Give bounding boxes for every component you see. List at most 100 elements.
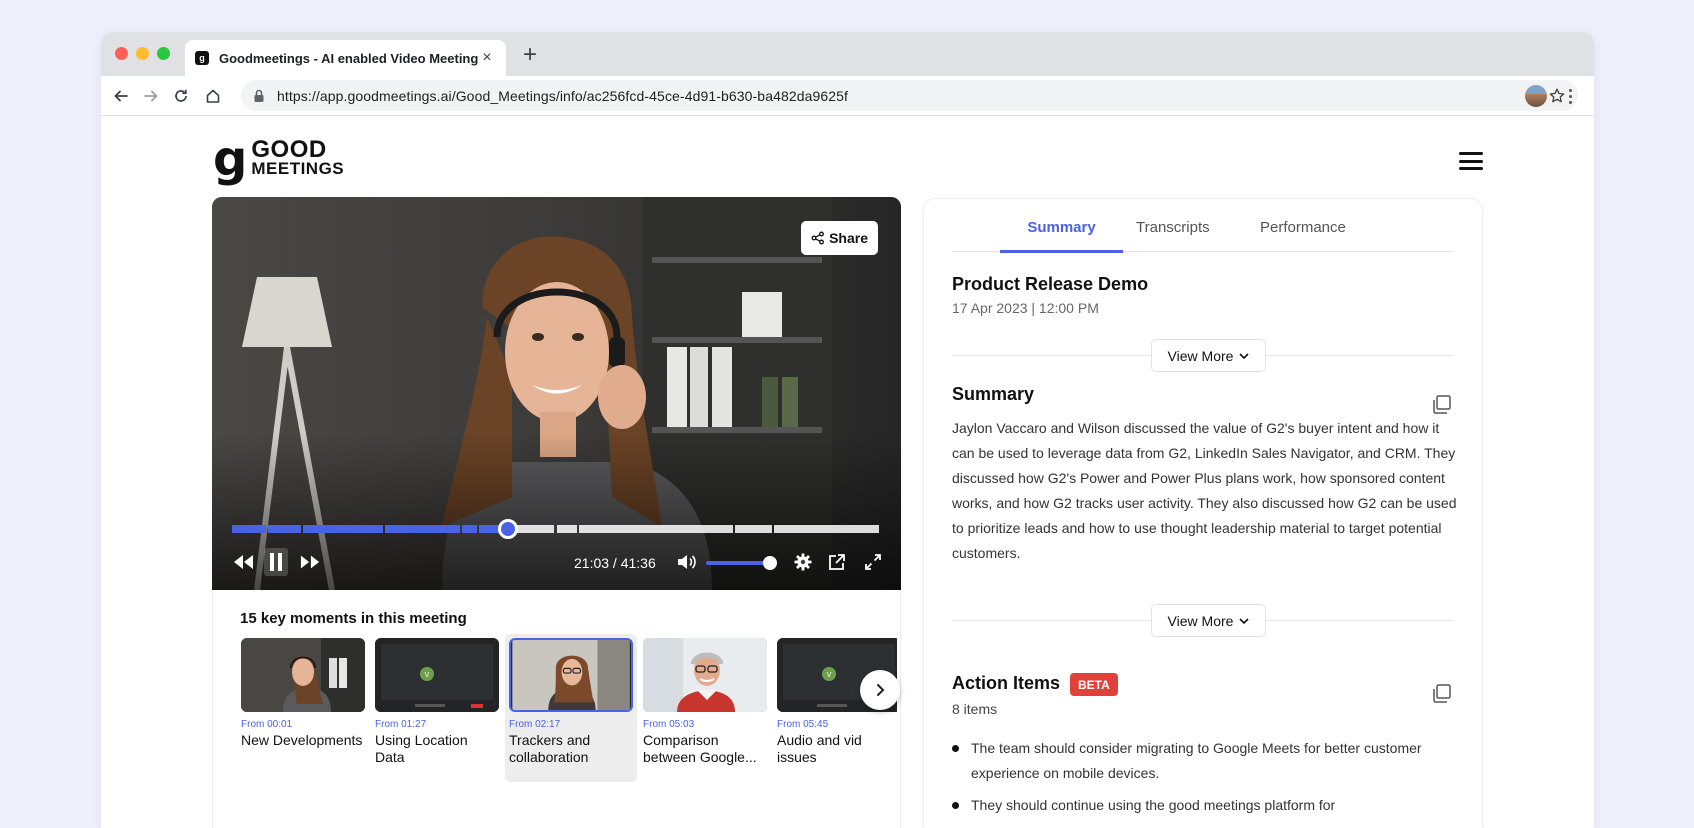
new-tab-button[interactable]: + xyxy=(517,41,543,69)
carousel-next-button[interactable] xyxy=(860,670,900,710)
chevron-down-icon xyxy=(1239,617,1250,624)
reload-icon[interactable] xyxy=(169,84,193,108)
view-more-label: View More xyxy=(1167,347,1234,364)
meeting-title: Product Release Demo xyxy=(952,274,1149,294)
tab-performance[interactable]: Performance xyxy=(1260,219,1346,250)
tab-close-icon[interactable]: × xyxy=(478,49,496,67)
progress-segment[interactable] xyxy=(267,525,302,533)
tab-summary[interactable]: Summary xyxy=(1000,219,1123,253)
favicon-icon: g xyxy=(195,51,209,65)
tab-transcripts[interactable]: Transcripts xyxy=(1136,219,1210,250)
moment-thumbnail: V xyxy=(375,638,499,712)
moment-card[interactable]: From 05:03 Comparison between Google... xyxy=(639,634,771,782)
moment-timestamp: From 05:03 xyxy=(643,719,695,730)
progress-thumb[interactable] xyxy=(497,519,518,539)
moment-thumbnail xyxy=(509,638,633,712)
action-items-heading: Action Items xyxy=(952,673,1061,693)
popout-icon[interactable] xyxy=(826,551,848,573)
logo-wordmark: GOOD MEETINGS xyxy=(251,136,344,179)
moment-label: New Developments xyxy=(241,732,363,748)
moment-timestamp: From 01:27 xyxy=(375,719,427,730)
progress-segment[interactable] xyxy=(384,525,461,533)
tab-strip: g Goodmeetings - AI enabled Video Meetin… xyxy=(101,32,1594,76)
minimize-window-button[interactable] xyxy=(136,47,149,60)
progress-segment[interactable] xyxy=(773,525,879,533)
moment-card[interactable]: V From 01:27 Using Location Data xyxy=(371,634,503,782)
summary-text: Jaylon Vaccaro and Wilson discussed the … xyxy=(952,420,1457,561)
goodmeetings-logo[interactable]: g GOOD MEETINGS xyxy=(213,131,344,187)
share-button[interactable]: Share xyxy=(801,221,878,255)
logo-mark: g xyxy=(213,131,248,187)
action-items-list: The team should consider migrating to Go… xyxy=(952,736,1432,825)
moment-timestamp: From 00:01 xyxy=(241,719,293,730)
volume-slider[interactable] xyxy=(706,561,770,565)
progress-bar[interactable] xyxy=(232,519,881,539)
tab-title: Goodmeetings - AI enabled Video Meetings xyxy=(219,50,478,66)
moment-card[interactable]: From 00:01 New Developments xyxy=(237,634,369,782)
logo-line-1: GOOD xyxy=(251,136,327,163)
fullscreen-icon[interactable] xyxy=(862,551,884,573)
view-more-button[interactable]: View More xyxy=(1151,604,1266,637)
lock-icon xyxy=(254,89,264,102)
progress-segment[interactable] xyxy=(232,525,266,533)
moment-label: Comparison between Google... xyxy=(643,732,757,765)
progress-segment[interactable] xyxy=(556,525,578,533)
settings-gear-icon[interactable] xyxy=(792,551,814,573)
moment-timestamp: From 05:45 xyxy=(777,719,829,730)
progress-segment[interactable] xyxy=(303,525,383,533)
key-moments: 15 key moments in this meeting From 00:0… xyxy=(212,590,901,828)
panel-tabs: Summary Transcripts Performance xyxy=(952,199,1454,253)
moment-label: Trackers and collaboration xyxy=(509,732,591,765)
url-text: https://app.goodmeetings.ai/Good_Meeting… xyxy=(277,87,849,104)
share-label: Share xyxy=(829,230,868,246)
moment-thumbnail xyxy=(643,638,767,712)
volume-icon[interactable] xyxy=(676,551,698,573)
moment-thumbnail xyxy=(241,638,365,712)
action-item: They should continue using the good meet… xyxy=(952,793,1432,818)
copy-summary-icon[interactable] xyxy=(1431,393,1453,415)
svg-text:V: V xyxy=(827,672,832,679)
action-items-count: 8 items xyxy=(952,701,998,717)
close-window-button[interactable] xyxy=(115,47,128,60)
view-more-label: View More xyxy=(1167,612,1234,629)
playback-time: 21:03 / 41:36 xyxy=(574,555,656,571)
volume-thumb[interactable] xyxy=(763,556,777,570)
meeting-date: 17 Apr 2023 | 12:00 PM xyxy=(952,300,1099,316)
chevron-down-icon xyxy=(1239,352,1250,359)
browser-tab[interactable]: g Goodmeetings - AI enabled Video Meetin… xyxy=(185,40,506,76)
forward-icon[interactable] xyxy=(139,84,163,108)
progress-segment[interactable] xyxy=(462,525,477,533)
window-controls xyxy=(115,47,170,60)
moment-card-active[interactable]: From 02:17 Trackers and collaboration xyxy=(505,634,637,782)
moment-carousel: From 00:01 New Developments V From 01:27… xyxy=(237,634,897,784)
maximize-window-button[interactable] xyxy=(157,47,170,60)
view-more-button[interactable]: View More xyxy=(1151,339,1266,372)
address-bar[interactable]: https://app.goodmeetings.ai/Good_Meeting… xyxy=(241,80,1578,111)
player-controls: 21:03 / 41:36 xyxy=(212,547,901,577)
summary-heading: Summary xyxy=(952,384,1035,404)
beta-badge: BETA xyxy=(1070,673,1118,696)
back-icon[interactable] xyxy=(109,84,133,108)
rewind-icon[interactable] xyxy=(232,551,256,573)
svg-text:V: V xyxy=(425,672,430,679)
moment-label: Using Location Data xyxy=(375,732,468,765)
chevron-right-icon xyxy=(877,684,885,696)
key-moments-title: 15 key moments in this meeting xyxy=(240,610,467,627)
progress-segment[interactable] xyxy=(734,525,772,533)
progress-segment[interactable] xyxy=(579,525,733,533)
pause-icon[interactable] xyxy=(264,548,288,576)
browser-window: g Goodmeetings - AI enabled Video Meetin… xyxy=(101,32,1594,828)
hamburger-menu-icon[interactable] xyxy=(1459,152,1483,170)
profile-avatar[interactable] xyxy=(1525,85,1547,107)
browser-toolbar: https://app.goodmeetings.ai/Good_Meeting… xyxy=(101,76,1594,116)
action-item: The team should consider migrating to Go… xyxy=(952,736,1432,786)
moment-timestamp: From 02:17 xyxy=(509,719,561,730)
app-page: g GOOD MEETINGS Share 21:03 / 41:36 15 k… xyxy=(101,116,1594,828)
home-icon[interactable] xyxy=(201,84,225,108)
video-player[interactable]: Share 21:03 / 41:36 xyxy=(212,197,901,590)
browser-menu-icon[interactable] xyxy=(1561,85,1579,107)
copy-action-items-icon[interactable] xyxy=(1431,682,1453,704)
fast-forward-icon[interactable] xyxy=(298,551,322,573)
share-icon xyxy=(811,231,825,245)
moment-label: Audio and vid issues xyxy=(777,732,862,765)
